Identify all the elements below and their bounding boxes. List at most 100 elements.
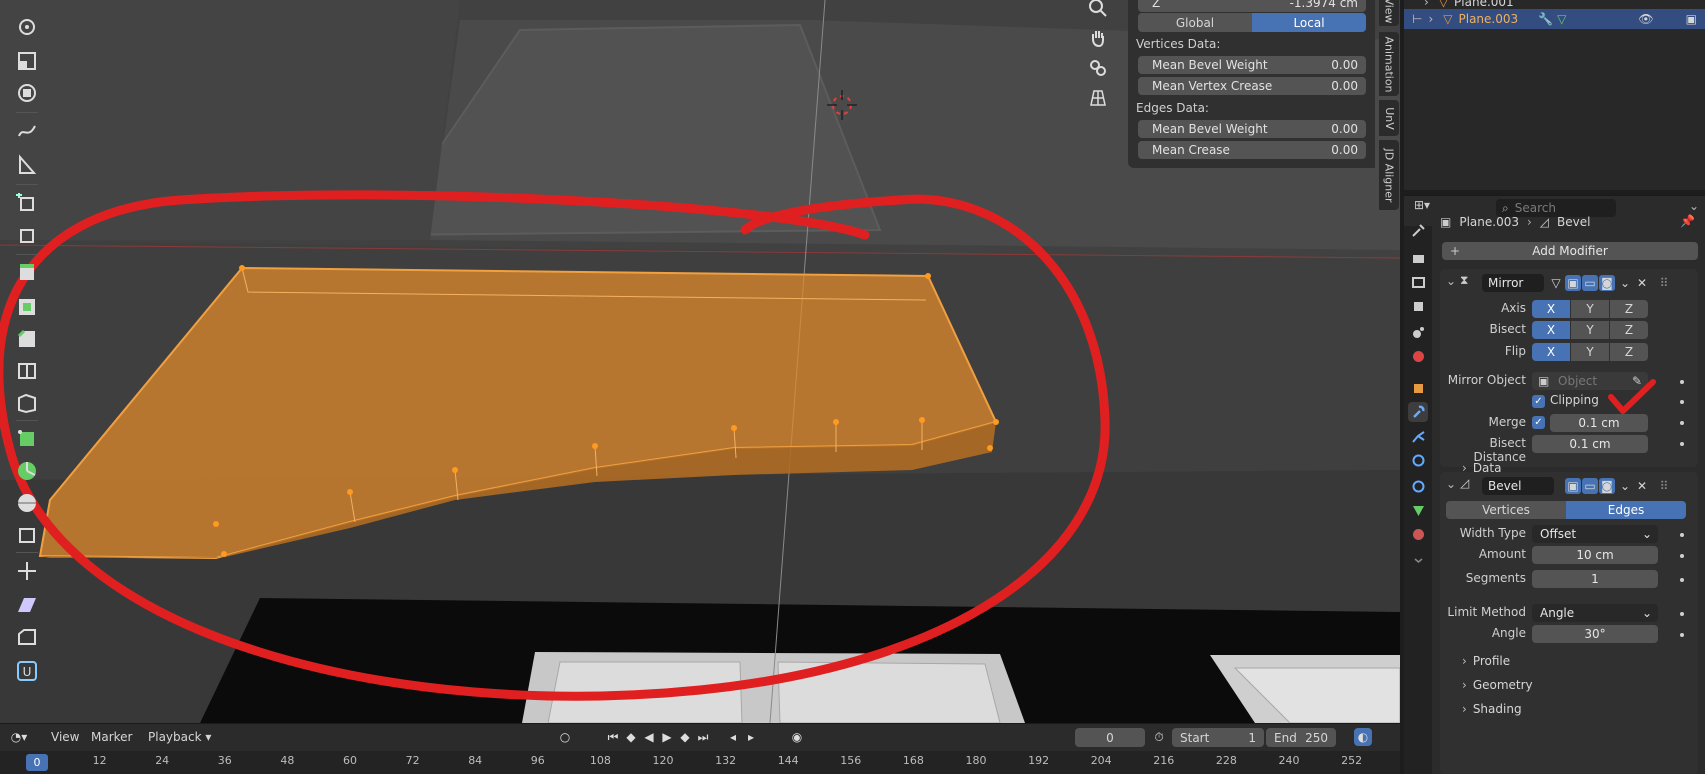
output-icon[interactable]	[1408, 272, 1428, 292]
expand-chevron-icon[interactable]: ›	[1428, 12, 1433, 26]
local-button[interactable]: Local	[1252, 13, 1366, 32]
close-icon[interactable]: ✕	[1634, 275, 1650, 291]
tab-jd-aligner[interactable]: JD Aligner	[1379, 140, 1399, 210]
editor-type-icon[interactable]: ⊞▾	[1414, 198, 1440, 218]
rotate-icon[interactable]	[12, 12, 42, 42]
bevel-icon[interactable]	[12, 324, 42, 354]
edge-slide-icon[interactable]	[12, 520, 42, 550]
pin-icon[interactable]: 📌	[1680, 214, 1695, 228]
jump-end-icon[interactable]: ⏭	[694, 728, 712, 746]
bisect-y[interactable]: Y	[1571, 321, 1609, 339]
limit-method-select[interactable]: Angle ⌄	[1532, 604, 1658, 622]
modifier-wrench-icon[interactable]: 🔧	[1538, 12, 1553, 26]
start-frame-field[interactable]: Start 1	[1172, 728, 1264, 747]
edit-mode-icon[interactable]: ▣	[1565, 478, 1581, 494]
render-camera-icon[interactable]: ▣	[1686, 12, 1697, 26]
add-modifier-button[interactable]: + Add Modifier	[1442, 242, 1698, 260]
render-camera-icon[interactable]: ◙	[1599, 275, 1615, 291]
perspective-grid-icon[interactable]	[1084, 84, 1112, 112]
clipping-checkbox[interactable]: ✓	[1532, 395, 1545, 408]
jump-start-icon[interactable]: ⏮	[604, 728, 622, 746]
transform-icon[interactable]	[12, 78, 42, 108]
inset-icon[interactable]	[12, 292, 42, 322]
z-location-field[interactable]: Z -1.3974 cm	[1138, 0, 1366, 12]
current-frame-field[interactable]: 0	[1075, 728, 1145, 747]
loop-cut-icon[interactable]	[12, 356, 42, 386]
frame-ruler[interactable]: 0 12 24 36 48 60 72 84 96 108 120 132 144 156 168 180 1…	[0, 751, 1400, 774]
collapse-chevron-icon[interactable]: ⌄	[1446, 274, 1456, 288]
mesh-data-icon[interactable]	[1408, 500, 1428, 520]
timer-icon[interactable]: ⏱	[1150, 728, 1168, 746]
3d-viewport[interactable]: U Z -1.3974 cm Global Local Vertices Dat…	[0, 0, 1400, 723]
axis-z[interactable]: Z	[1610, 300, 1648, 318]
extrude-icon[interactable]	[12, 258, 42, 288]
playback-menu[interactable]: Playback ▾	[148, 730, 211, 744]
scene-icon[interactable]	[1408, 322, 1428, 342]
object-icon[interactable]	[1408, 378, 1428, 398]
marker-menu[interactable]: Marker	[91, 730, 132, 744]
shading-subpanel[interactable]: › Shading	[1462, 702, 1522, 716]
axis-x[interactable]: X	[1532, 300, 1570, 318]
profile-subpanel[interactable]: › Profile	[1462, 654, 1510, 668]
end-frame-field[interactable]: End 250	[1266, 728, 1336, 747]
add-cube-icon[interactable]	[12, 188, 42, 218]
uv-icon[interactable]: U	[12, 656, 42, 686]
spin-icon[interactable]	[12, 456, 42, 486]
flip-z[interactable]: Z	[1610, 343, 1648, 361]
play-icon[interactable]: ▶	[658, 728, 676, 746]
mean-vertex-crease-field[interactable]: Mean Vertex Crease 0.00	[1138, 77, 1366, 95]
knife-icon[interactable]	[12, 388, 42, 418]
keying-icon[interactable]: ○	[556, 728, 574, 746]
axis-y[interactable]: Y	[1571, 300, 1609, 318]
modifier-name-input[interactable]: Bevel	[1482, 477, 1554, 495]
angle-field[interactable]: 30°	[1532, 625, 1658, 643]
modifier-name-input[interactable]: Mirror	[1482, 274, 1544, 292]
shrink-fatten-icon[interactable]	[12, 556, 42, 586]
merge-distance-field[interactable]: 0.1 cm	[1550, 414, 1648, 432]
merge-checkbox[interactable]: ✓	[1532, 416, 1545, 429]
render-camera-icon[interactable]: ◙	[1599, 478, 1615, 494]
next-frame-icon[interactable]: ▸	[742, 728, 760, 746]
tab-unv[interactable]: UnV	[1379, 100, 1399, 136]
collapse-chevron-icon[interactable]: ⌄	[1446, 477, 1456, 491]
rip-icon[interactable]	[12, 622, 42, 652]
dropdown-chevron-icon[interactable]: ⌄	[1617, 275, 1633, 291]
measure-icon[interactable]	[12, 150, 42, 180]
drag-handle-icon[interactable]: ⠿	[1656, 275, 1672, 291]
mean-bevel-weight-edge-field[interactable]: Mean Bevel Weight 0.00	[1138, 120, 1366, 138]
dropdown-chevron-icon[interactable]: ⌄	[1617, 478, 1633, 494]
tab-view[interactable]: View	[1379, 0, 1399, 26]
next-keyframe-icon[interactable]: ◆	[676, 728, 694, 746]
physics-icon[interactable]	[1408, 450, 1428, 470]
constraints-icon[interactable]	[1408, 476, 1428, 496]
cursor-select-icon[interactable]	[12, 220, 42, 250]
options-chevron-icon[interactable]: ⌄	[1689, 199, 1699, 213]
edges-button[interactable]: Edges	[1566, 501, 1686, 519]
flip-y[interactable]: Y	[1571, 343, 1609, 361]
smooth-icon[interactable]	[12, 488, 42, 518]
view-layer-icon[interactable]	[1408, 296, 1428, 316]
global-button[interactable]: Global	[1138, 13, 1252, 32]
bisect-x[interactable]: X	[1532, 321, 1570, 339]
view-menu[interactable]: View	[51, 730, 79, 744]
material-icon[interactable]	[1408, 524, 1428, 544]
shear-icon[interactable]	[12, 590, 42, 620]
mean-crease-field[interactable]: Mean Crease 0.00	[1138, 141, 1366, 159]
tab-animation[interactable]: Animation	[1379, 32, 1399, 96]
visibility-eye-icon[interactable]: 👁	[1638, 12, 1653, 26]
scale-icon[interactable]	[12, 46, 42, 76]
width-type-select[interactable]: Offset ⌄	[1532, 525, 1658, 543]
edit-mode-cage-icon[interactable]: ▽	[1548, 275, 1564, 291]
realtime-display-icon[interactable]: ▭	[1582, 275, 1598, 291]
bisect-z[interactable]: Z	[1610, 321, 1648, 339]
close-icon[interactable]: ✕	[1634, 478, 1650, 494]
geometry-subpanel[interactable]: › Geometry	[1462, 678, 1533, 692]
mesh-data-icon[interactable]: ▽	[1557, 12, 1566, 26]
pan-hand-icon[interactable]	[1084, 24, 1112, 52]
zoom-icon[interactable]	[1084, 0, 1112, 22]
more-chevron-icon[interactable]	[1408, 550, 1428, 570]
sync-icon[interactable]: ◐	[1354, 728, 1372, 746]
edit-mode-icon[interactable]: ▣	[1565, 275, 1581, 291]
expand-chevron-icon[interactable]: ›	[1424, 0, 1429, 9]
tool-icon[interactable]	[1408, 220, 1428, 240]
